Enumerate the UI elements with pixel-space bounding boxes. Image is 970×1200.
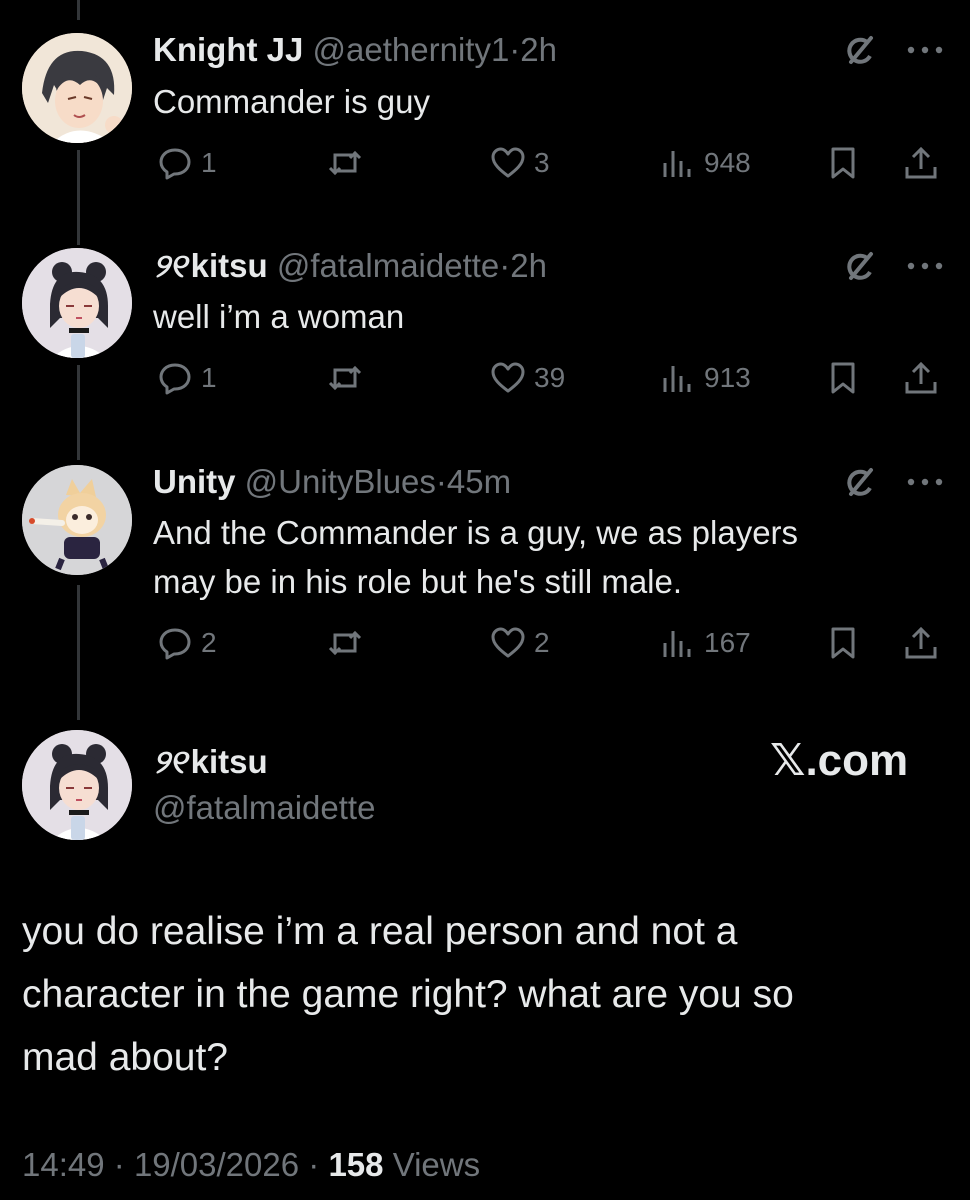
views-button[interactable]: 913 bbox=[660, 360, 751, 396]
grok-icon[interactable] bbox=[843, 248, 879, 284]
display-name[interactable]: Unity bbox=[153, 463, 236, 500]
tweet[interactable]: Unity @UnityBlues·45m And the Commander … bbox=[0, 440, 970, 700]
tweet-header: Unity @UnityBlues·45m bbox=[153, 462, 511, 502]
display-name[interactable]: kitsu bbox=[191, 743, 268, 780]
views-icon bbox=[663, 631, 691, 657]
author-name[interactable]: ୨୧ kitsu bbox=[153, 742, 268, 782]
name-decoration: ୨୧ bbox=[153, 247, 187, 284]
avatar[interactable] bbox=[22, 248, 132, 358]
more-icon[interactable] bbox=[905, 259, 945, 273]
tweet-header: Knight JJ @aethernity1·2h bbox=[153, 30, 557, 70]
share-icon bbox=[905, 146, 937, 179]
views-count: 167 bbox=[704, 627, 751, 658]
bookmark-button[interactable] bbox=[825, 625, 861, 661]
separator: · bbox=[435, 463, 447, 500]
views-icon bbox=[663, 151, 691, 177]
tweet-header: ୨୧ kitsu @fatalmaidette·2h bbox=[153, 246, 547, 286]
action-bar: 1 3 948 bbox=[0, 145, 970, 185]
user-handle[interactable]: @fatalmaidette bbox=[153, 789, 375, 826]
reply-icon bbox=[159, 148, 191, 180]
more-icon[interactable] bbox=[905, 43, 945, 57]
views-icon bbox=[663, 366, 691, 392]
main-tweet-text-line: mad about? bbox=[22, 1036, 228, 1079]
like-button[interactable]: 39 bbox=[490, 360, 565, 396]
post-time[interactable]: 14:49 bbox=[22, 1146, 105, 1183]
separator: · bbox=[509, 31, 521, 68]
avatar[interactable] bbox=[22, 730, 132, 840]
views-count: 158 bbox=[328, 1146, 384, 1183]
tweet[interactable]: Knight JJ @aethernity1·2h Commander is g… bbox=[0, 0, 970, 220]
avatar[interactable] bbox=[22, 465, 132, 575]
like-count: 3 bbox=[534, 147, 550, 178]
action-bar: 2 2 167 bbox=[0, 625, 970, 665]
views-label: Views bbox=[392, 1146, 481, 1183]
bookmark-icon bbox=[831, 362, 855, 394]
tweet-text-line: And the Commander is a guy, we as player… bbox=[153, 514, 799, 551]
like-icon bbox=[491, 627, 525, 658]
main-tweet-text-line: character in the game right? what are yo… bbox=[22, 973, 794, 1016]
user-handle[interactable]: @fatalmaidette bbox=[277, 247, 499, 284]
more-icon[interactable] bbox=[905, 475, 945, 489]
post-date[interactable]: 19/03/2026 bbox=[134, 1146, 299, 1183]
bookmark-icon bbox=[831, 147, 855, 179]
reply-button[interactable]: 2 bbox=[157, 625, 217, 661]
avatar[interactable] bbox=[22, 33, 132, 143]
tweet-text-line: may be in his role but he's still male. bbox=[153, 563, 683, 600]
bookmark-button[interactable] bbox=[825, 145, 861, 181]
separator: · bbox=[308, 1146, 320, 1183]
share-button[interactable] bbox=[903, 360, 939, 396]
reply-button[interactable]: 1 bbox=[157, 360, 217, 396]
display-name[interactable]: Knight JJ bbox=[153, 31, 303, 68]
separator: · bbox=[499, 247, 511, 284]
views-count: 948 bbox=[704, 147, 751, 178]
share-icon bbox=[905, 626, 937, 659]
user-handle[interactable]: @UnityBlues bbox=[245, 463, 436, 500]
tweet[interactable]: ୨୧ kitsu @fatalmaidette·2h well i’m a wom… bbox=[0, 220, 970, 440]
user-handle[interactable]: @aethernity1 bbox=[313, 31, 510, 68]
timestamp[interactable]: 45m bbox=[447, 463, 511, 500]
grok-icon[interactable] bbox=[843, 464, 879, 500]
reply-icon bbox=[159, 628, 191, 660]
reply-button[interactable]: 1 bbox=[157, 145, 217, 181]
retweet-button[interactable] bbox=[327, 360, 363, 396]
retweet-icon bbox=[328, 365, 362, 391]
reply-count: 1 bbox=[201, 147, 217, 178]
timestamp[interactable]: 2h bbox=[510, 247, 547, 284]
share-icon bbox=[905, 361, 937, 394]
grok-icon[interactable] bbox=[843, 32, 879, 68]
main-tweet-text-line: you do realise i’m a real person and not… bbox=[22, 910, 738, 953]
action-bar: 1 39 913 bbox=[0, 360, 970, 400]
retweet-icon bbox=[328, 630, 362, 656]
separator: · bbox=[113, 1146, 125, 1183]
bookmark-button[interactable] bbox=[825, 360, 861, 396]
x-com-watermark: 𝕏.com bbox=[770, 736, 909, 785]
like-icon bbox=[491, 362, 525, 393]
tweet-text: Commander is guy bbox=[153, 83, 430, 120]
tweet-text: well i’m a woman bbox=[153, 298, 405, 335]
like-count: 2 bbox=[534, 627, 550, 658]
retweet-button[interactable] bbox=[327, 625, 363, 661]
name-decoration: ୨୧ bbox=[153, 743, 187, 780]
display-name[interactable]: kitsu bbox=[191, 247, 268, 284]
retweet-icon bbox=[328, 150, 362, 176]
tweet-meta: 14:49 · 19/03/2026 · 158 Views bbox=[22, 1146, 480, 1184]
retweet-button[interactable] bbox=[327, 145, 363, 181]
share-button[interactable] bbox=[903, 145, 939, 181]
like-button[interactable]: 3 bbox=[490, 145, 550, 181]
like-button[interactable]: 2 bbox=[490, 625, 550, 661]
author-handle[interactable]: @fatalmaidette bbox=[153, 788, 375, 828]
reply-icon bbox=[159, 363, 191, 395]
share-button[interactable] bbox=[903, 625, 939, 661]
like-count: 39 bbox=[534, 362, 566, 393]
tweet-text: And the Commander is a guy, we as player… bbox=[153, 508, 798, 606]
views-button[interactable]: 948 bbox=[660, 145, 751, 181]
reply-count: 2 bbox=[201, 627, 217, 658]
main-tweet-text: you do realise i’m a real person and not… bbox=[22, 900, 922, 1089]
views-count: 913 bbox=[704, 362, 751, 393]
like-icon bbox=[491, 147, 525, 178]
reply-count: 1 bbox=[201, 362, 217, 393]
views-button[interactable]: 167 bbox=[660, 625, 751, 661]
timestamp[interactable]: 2h bbox=[520, 31, 557, 68]
bookmark-icon bbox=[831, 627, 855, 659]
